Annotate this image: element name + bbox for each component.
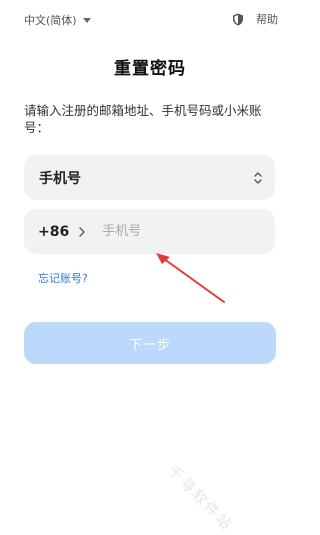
language-label: 中文(简体) (24, 14, 77, 27)
chevron-right-icon[interactable] (78, 226, 86, 237)
forgot-account-link[interactable]: 忘记账号? (38, 270, 88, 286)
next-step-button[interactable]: 下一步 (24, 322, 276, 364)
shield-icon (233, 13, 243, 25)
instructions-text: 请输入注册的邮箱地址、手机号码或小米账号： (24, 103, 262, 135)
page-title: 重置密码 (114, 59, 186, 79)
country-code-selector[interactable]: +86 (38, 224, 69, 240)
watermark-text: 千寻软件站 (163, 461, 237, 535)
annotation-arrow-icon (156, 253, 225, 303)
chevron-down-icon (82, 17, 91, 23)
language-selector[interactable]: 中文(简体) (24, 12, 91, 28)
help-link[interactable]: 帮助 (232, 11, 278, 27)
phone-input[interactable] (100, 223, 255, 240)
help-label: 帮助 (256, 13, 278, 26)
account-type-select[interactable]: 手机号 (24, 155, 275, 200)
account-type-value: 手机号 (39, 170, 81, 187)
up-down-arrows-icon (254, 171, 262, 184)
